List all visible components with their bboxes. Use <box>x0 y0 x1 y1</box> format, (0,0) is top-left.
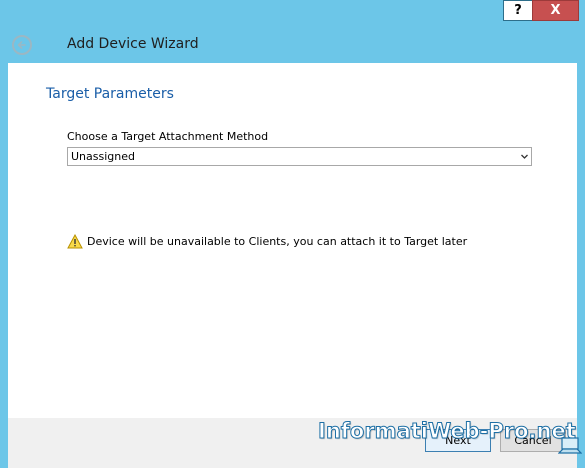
warning-triangle-icon <box>67 234 83 249</box>
add-device-wizard-window: ? X Add Device Wizard Target Parameters … <box>0 0 585 468</box>
section-title: Target Parameters <box>46 86 174 102</box>
attachment-method-label: Choose a Target Attachment Method <box>67 130 269 143</box>
wizard-header: Add Device Wizard <box>8 26 577 62</box>
wizard-content: Target Parameters Choose a Target Attach… <box>8 63 577 418</box>
wizard-title: Add Device Wizard <box>67 36 199 52</box>
attachment-method-dropdown[interactable]: Unassigned <box>67 147 532 166</box>
dropdown-selected-value: Unassigned <box>71 150 135 163</box>
chevron-down-icon <box>521 154 528 159</box>
watermark-logo: InformatiWeb-Pro.net <box>318 419 577 444</box>
close-button[interactable]: X <box>532 0 579 21</box>
back-button[interactable] <box>12 35 32 55</box>
back-arrow-icon <box>17 41 26 49</box>
warning-text: Device will be unavailable to Clients, y… <box>87 235 468 248</box>
help-button[interactable]: ? <box>503 0 533 21</box>
title-bar: ? X <box>0 0 585 26</box>
laptop-icon <box>558 437 582 454</box>
